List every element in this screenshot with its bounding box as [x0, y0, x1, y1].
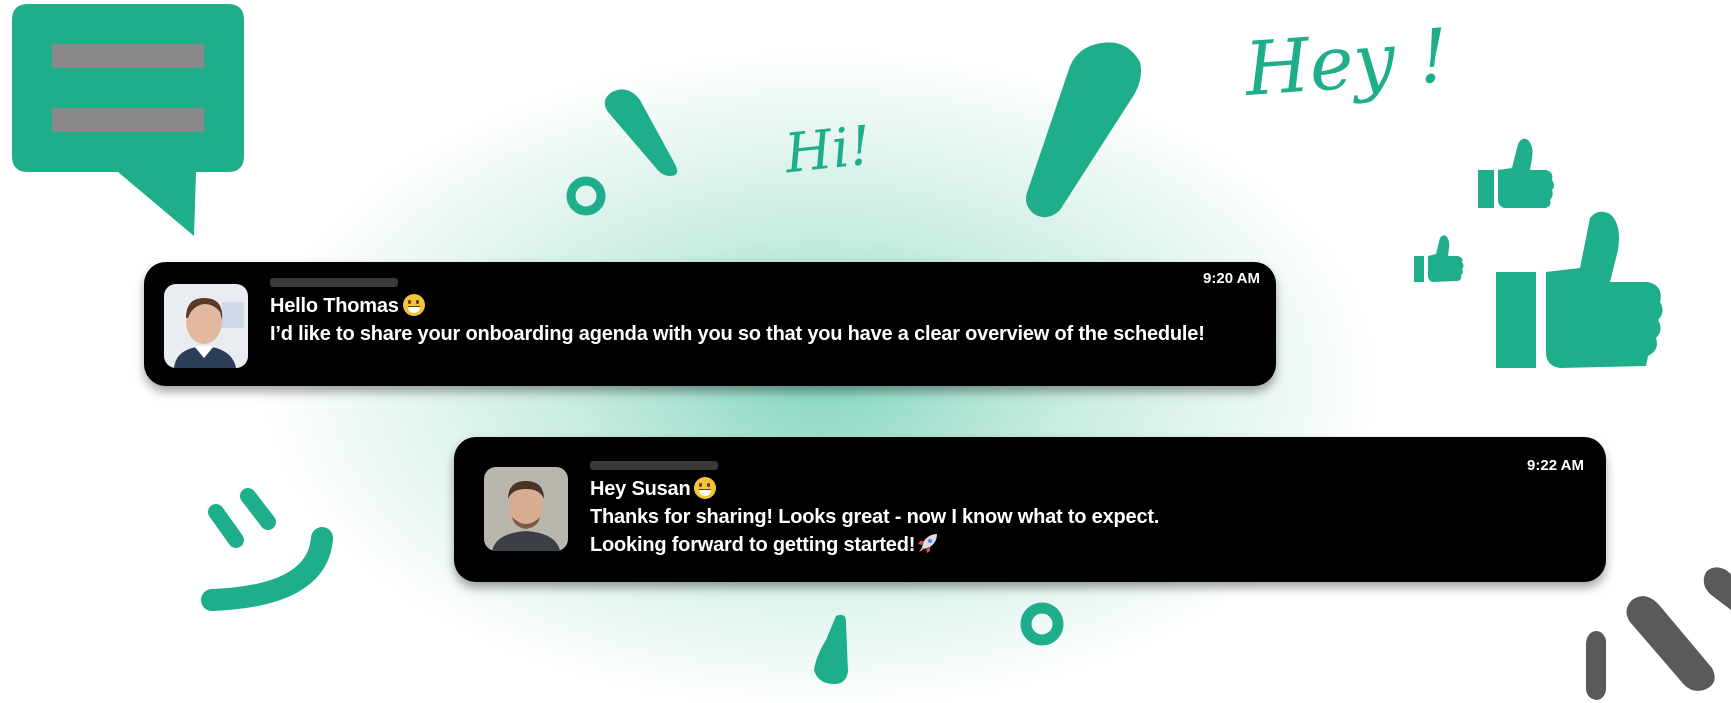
- message-greeting: Hey Susan: [590, 478, 691, 500]
- message-greeting: Hello Thomas: [270, 295, 399, 317]
- gray-rays-icon: [1586, 567, 1731, 700]
- message-body: Hello Thomas I’d like to share your onbo…: [270, 292, 1205, 348]
- thumbs-up-large-icon: [1496, 211, 1663, 368]
- message-card-thomas[interactable]: 9:20 AM Hello Thomas I’d like to share y…: [144, 262, 1276, 386]
- rocket-icon: [918, 534, 938, 553]
- drop-shape-icon: [604, 89, 678, 176]
- message-time: 9:20 AM: [1203, 270, 1260, 287]
- exclamation-stroke-icon: [1026, 42, 1141, 218]
- avatar-man: [484, 467, 568, 551]
- sender-name-placeholder: [270, 278, 398, 287]
- smiley-doodle-icon: [201, 488, 333, 611]
- thumbs-up-small-icon: [1414, 235, 1464, 282]
- message-card-susan[interactable]: 9:22 AM Hey Susan Thanks for sharing! Lo…: [454, 437, 1606, 582]
- hi-doodle-text: Hi!: [781, 113, 875, 186]
- chat-bubble-icon: [12, 4, 244, 236]
- message-line: Thanks for sharing! Looks great - now I …: [590, 506, 1160, 528]
- message-time: 9:22 AM: [1527, 457, 1584, 474]
- grinning-face-icon: [402, 294, 425, 316]
- message-line: I’d like to share your onboarding agenda…: [270, 323, 1205, 345]
- grinning-face-icon: [694, 477, 717, 499]
- sender-name-placeholder: [590, 461, 718, 470]
- message-body: Hey Susan Thanks for sharing! Looks grea…: [590, 475, 1159, 559]
- bottom-ring-icon: [1020, 602, 1064, 646]
- thumbs-up-medium-icon: [1478, 138, 1554, 208]
- ring-shape-icon: [566, 176, 606, 216]
- avatar-woman: [164, 284, 248, 368]
- hey-doodle-text: Hey !: [1242, 13, 1452, 113]
- bottom-drop-icon: [814, 614, 848, 684]
- message-line: Looking forward to getting started!: [590, 534, 916, 556]
